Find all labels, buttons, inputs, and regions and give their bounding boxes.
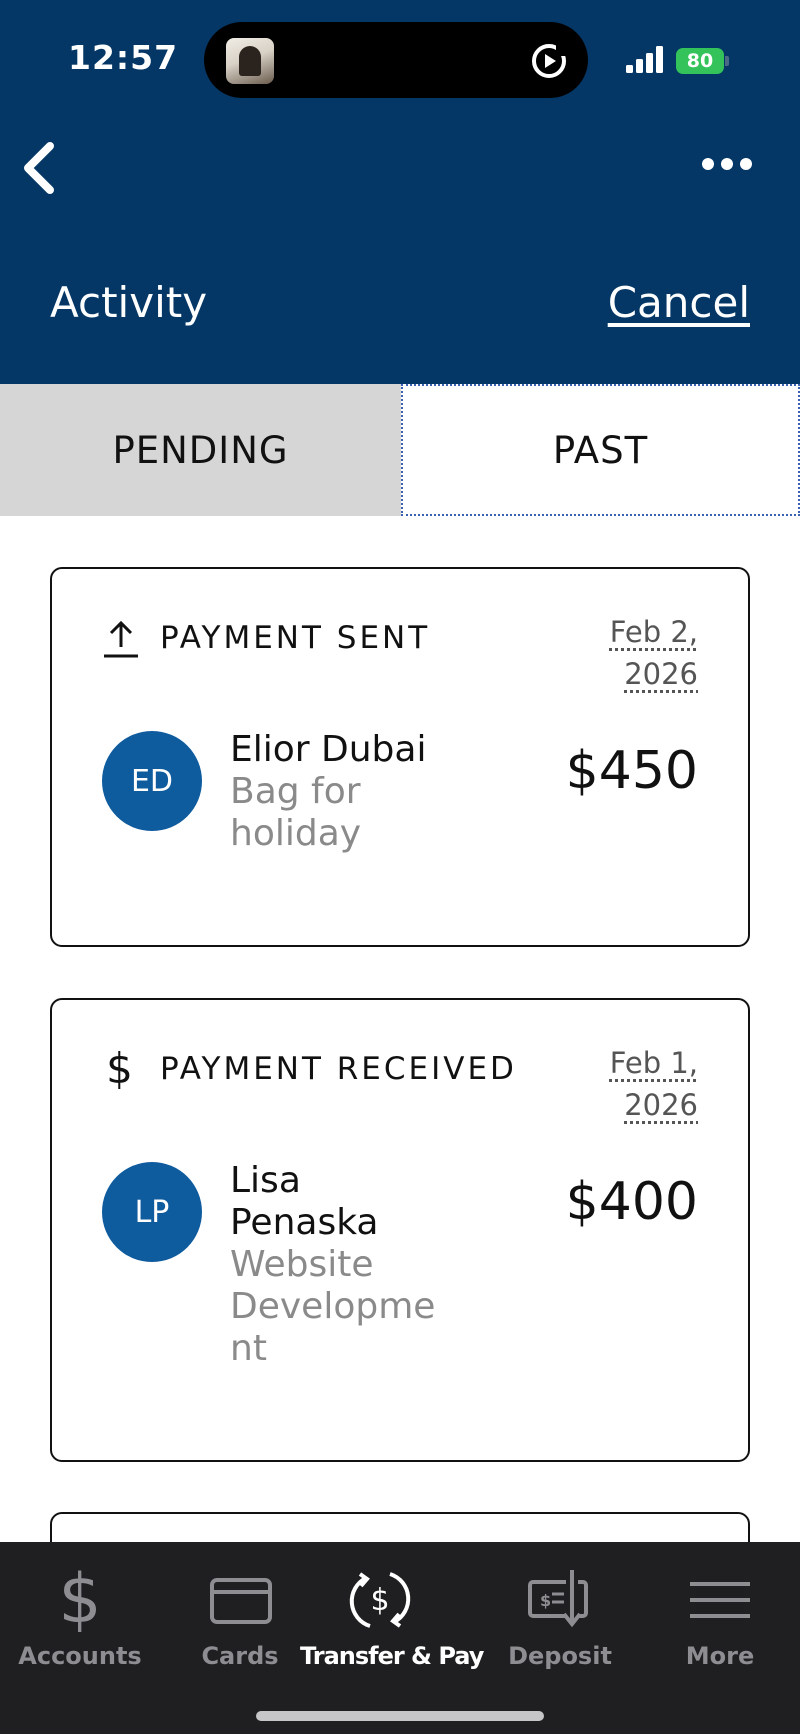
svg-text:$: $ [540,1591,551,1610]
activity-type-label: PAYMENT SENT [160,620,431,656]
activity-card[interactable]: PAYMENT SENT Feb 2, 2026 ED Elior Dubai … [50,567,750,947]
activity-type-label: PAYMENT RECEIVED [160,1051,517,1087]
status-time: 12:57 [68,38,179,77]
now-playing-thumbnail [226,38,274,84]
card-icon [210,1578,272,1624]
counterparty-name: Elior Dubai [230,729,427,770]
activity-date-line2: 2026 [624,1088,698,1122]
nav-transfer-pay[interactable]: $ Transfer & Pay [300,1542,484,1692]
header: 12:57 80 Activity Cancel [0,0,800,384]
upload-arrow-icon [102,617,140,659]
activity-type: PAYMENT SENT [102,617,430,659]
battery-tip [725,56,729,66]
payment-memo-line3: nt [230,1328,267,1369]
payment-memo-line2: Developme [230,1286,436,1327]
dynamic-island[interactable] [204,22,588,98]
nav-label: Deposit [508,1642,612,1670]
home-indicator[interactable] [256,1711,544,1721]
counterparty-name-line1: Lisa [230,1160,301,1201]
bottom-nav: $ Accounts Cards $ Transfer & Pay $ Depo… [0,1542,800,1734]
more-options-icon[interactable] [700,150,754,178]
payment-memo-line1: Website [230,1244,374,1285]
payment-memo-line1: Bag for [230,771,361,812]
activity-date-line2: 2026 [624,657,698,691]
payment-memo-line2: holiday [230,813,362,854]
activity-card[interactable]: $ PAYMENT RECEIVED Feb 1, 2026 LP Lisa P… [50,998,750,1462]
nav-deposit[interactable]: $ Deposit [480,1542,640,1692]
tab-past[interactable]: PAST [401,384,800,516]
screen: 12:57 80 Activity Cancel PENDING PAST PA… [0,0,800,1734]
payment-amount: $450 [565,741,698,801]
nav-label: Transfer & Pay [300,1642,484,1670]
payment-amount: $400 [565,1172,698,1232]
nav-accounts[interactable]: $ Accounts [0,1542,160,1692]
activity-date-line1: Feb 2, [609,615,698,649]
nav-label: Accounts [18,1642,142,1670]
menu-icon [690,1582,750,1618]
battery-indicator: 80 [676,48,724,74]
page-title: Activity [50,278,208,327]
dollar-icon: $ [106,1044,136,1093]
activity-date: Feb 2, 2026 [578,611,698,695]
check-deposit-icon: $ [528,1570,588,1628]
avatar: LP [102,1162,202,1262]
activity-tabs: PENDING PAST [0,384,800,516]
nav-label: More [685,1642,755,1670]
counterparty-name-line2: Penaska [230,1202,379,1243]
cellular-signal-icon [626,46,663,73]
counterparty: Elior Dubai Bag for holiday [230,729,460,855]
avatar: ED [102,731,202,831]
play-circle-icon [532,44,568,78]
activity-date: Feb 1, 2026 [578,1042,698,1126]
nav-cards[interactable]: Cards [160,1542,320,1692]
nav-label: Cards [201,1642,279,1670]
back-chevron-icon[interactable] [18,138,62,198]
svg-text:$: $ [370,1583,389,1618]
counterparty: Lisa Penaska Website Developme nt [230,1160,460,1370]
cancel-link[interactable]: Cancel [608,278,750,327]
tab-pending[interactable]: PENDING [0,384,401,516]
transfer-pay-icon: $ [349,1572,411,1628]
dollar-icon: $ [58,1560,102,1639]
nav-more[interactable]: More [640,1542,800,1692]
activity-type: $ PAYMENT RECEIVED [102,1048,517,1090]
activity-date-line1: Feb 1, [609,1046,698,1080]
